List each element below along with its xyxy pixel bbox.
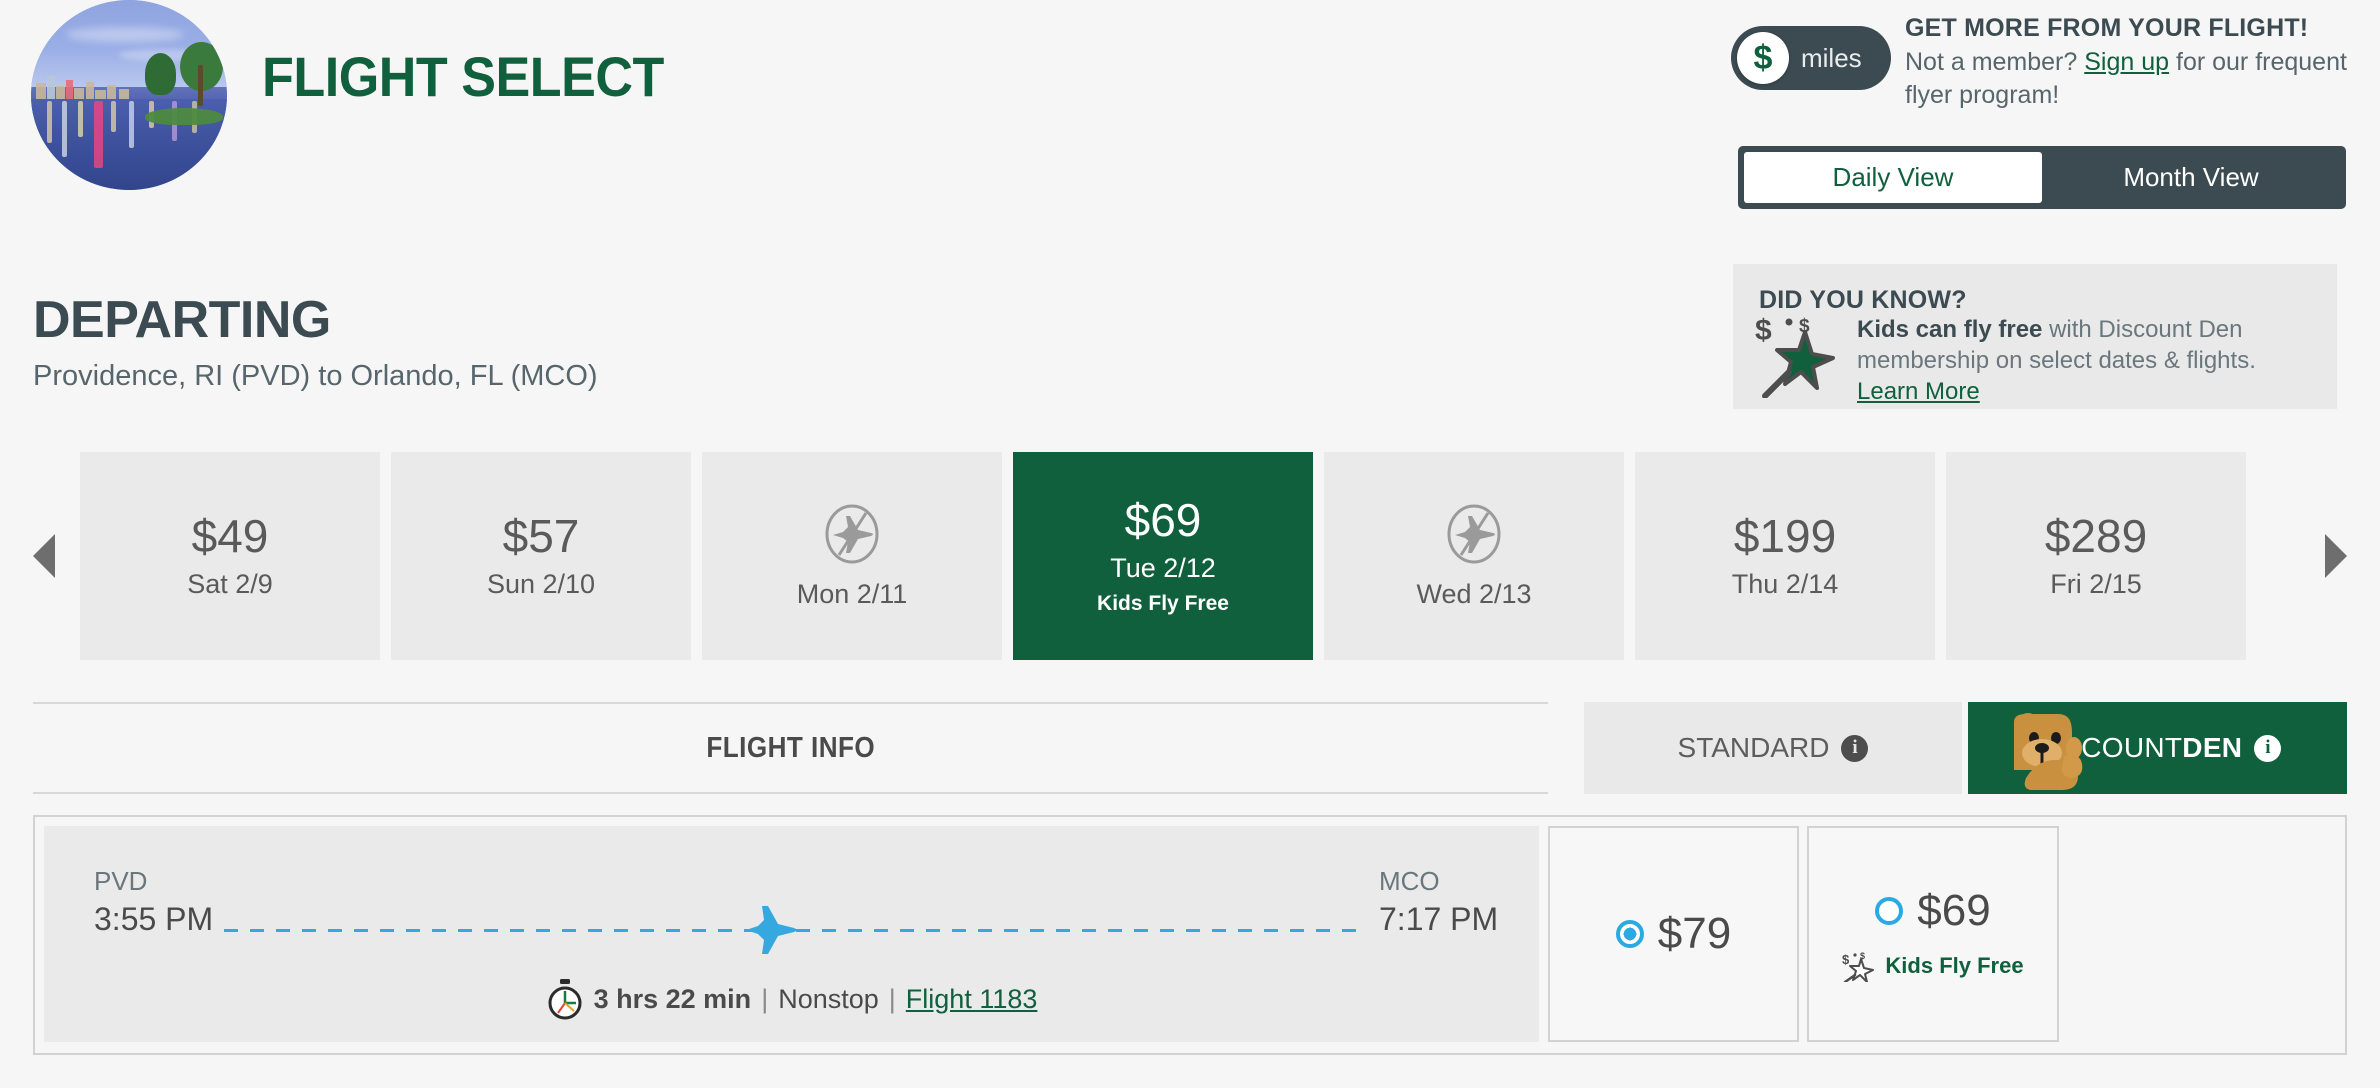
date-tile-date: Sat 2/9 bbox=[187, 568, 273, 599]
date-tile-badge: Kids Fly Free bbox=[1097, 591, 1229, 615]
date-tile-date: Sun 2/10 bbox=[486, 568, 596, 599]
radio-unselected-icon[interactable] bbox=[1875, 897, 1904, 925]
meta-separator-2: | bbox=[888, 983, 896, 1014]
departing-route: Providence, RI (PVD) to Orlando, FL (MCO… bbox=[33, 360, 598, 392]
date-tile-price: $69 bbox=[1124, 494, 1202, 547]
fare-standard-row: $79 bbox=[1615, 909, 1732, 959]
chevron-right-icon[interactable] bbox=[2325, 534, 2347, 578]
den-suffix: DEN bbox=[2182, 732, 2243, 763]
fare-den-price: $69 bbox=[1917, 886, 1991, 935]
tab-flight-info: FLIGHT INFO bbox=[33, 702, 1548, 794]
flight-stops: Nonstop bbox=[778, 983, 879, 1014]
date-tile-mon-2-11[interactable]: Mon 2/11 bbox=[702, 452, 1002, 660]
no-flight-icon bbox=[825, 504, 879, 563]
magic-wand-star-icon: $ $ bbox=[1755, 314, 1835, 398]
date-tile-wed-2-13[interactable]: Wed 2/13 bbox=[1324, 452, 1624, 660]
tab-discount-den[interactable]: DISCOUNTDEN i bbox=[1968, 702, 2347, 794]
date-tile-date: Mon 2/11 bbox=[796, 578, 908, 609]
radio-selected-icon[interactable] bbox=[1615, 920, 1644, 948]
sign-up-link[interactable]: Sign up bbox=[2084, 48, 2169, 76]
date-tile-date: Tue 2/12 bbox=[1110, 552, 1216, 583]
fare-standard-price: $79 bbox=[1657, 909, 1732, 958]
origin-airport-code: PVD bbox=[94, 866, 148, 896]
tab-standard[interactable]: STANDARD i bbox=[1584, 702, 1962, 794]
flight-select-page: FLIGHT SELECT $ miles GET MORE FROM YOUR… bbox=[0, 0, 2380, 1088]
date-tile-sun-2-10[interactable]: $57 Sun 2/10 bbox=[391, 452, 691, 660]
stopwatch-icon bbox=[548, 979, 582, 1020]
fare-den-row: $69 bbox=[1875, 886, 1991, 936]
date-tile-date: Thu 2/14 bbox=[1731, 568, 1839, 599]
bear-mascot-icon bbox=[2014, 713, 2083, 790]
fare-option-discount-den[interactable]: $69 $ $ Kids Fly Free bbox=[1807, 826, 2059, 1042]
month-view-button[interactable]: Month View bbox=[2042, 152, 2340, 203]
kids-fly-free-badge: $ $ Kids Fly Free bbox=[1842, 950, 2024, 982]
tab-row: FLIGHT INFO STANDARD i DISCOUNTDEN i bbox=[33, 702, 2347, 794]
date-tile-date: Wed 2/13 bbox=[1416, 578, 1532, 609]
magic-wand-star-icon: $ $ bbox=[1842, 951, 1875, 982]
miles-badge-label: miles bbox=[1801, 42, 1862, 73]
info-icon[interactable]: i bbox=[1841, 734, 1869, 762]
flight-duration: 3 hrs 22 min bbox=[593, 983, 752, 1014]
flight-number-link[interactable]: Flight 1183 bbox=[906, 984, 1038, 1015]
flight-info-panel: PVD 3:55 PM MCO 7:17 PM 3 hrs 22 min | N… bbox=[44, 826, 1539, 1042]
chevron-left-icon[interactable] bbox=[33, 534, 55, 578]
date-tile-list: $49 Sat 2/9 $57 Sun 2/10 Mon 2/11 $69 Tue 2/12… bbox=[80, 452, 2246, 660]
page-title: FLIGHT SELECT bbox=[262, 45, 664, 108]
info-icon[interactable]: i bbox=[2254, 734, 2282, 762]
destination-time: 7:17 PM bbox=[1379, 901, 1499, 937]
date-strip: $49 Sat 2/9 $57 Sun 2/10 Mon 2/11 $69 Tue 2/12… bbox=[33, 452, 2347, 660]
miles-badge[interactable]: $ miles bbox=[1731, 26, 1891, 90]
airplane-icon bbox=[746, 906, 797, 954]
promo-prefix: Not a member? bbox=[1905, 48, 2085, 76]
tab-standard-label: STANDARD bbox=[1677, 732, 1830, 763]
date-tile-date: Fri 2/15 bbox=[2050, 568, 2142, 599]
learn-more-link[interactable]: Learn More bbox=[1857, 376, 1980, 407]
logo-container bbox=[31, 0, 236, 190]
origin-block: PVD 3:55 PM bbox=[94, 866, 213, 938]
promo-text: Not a member? Sign up for our frequent f… bbox=[1905, 46, 2375, 112]
promo-heading: GET MORE FROM YOUR FLIGHT! bbox=[1905, 14, 2309, 42]
meta-separator-1: | bbox=[761, 983, 769, 1014]
view-toggle-group: Daily View Month View bbox=[1738, 146, 2346, 209]
date-tile-fri-2-15[interactable]: $289 Fri 2/15 bbox=[1946, 452, 2246, 660]
fare-option-standard[interactable]: $79 bbox=[1548, 826, 1799, 1042]
date-tile-price: $57 bbox=[502, 510, 580, 563]
date-tile-price: $199 bbox=[1733, 510, 1837, 563]
dollar-coin-icon: $ bbox=[1737, 32, 1789, 84]
flight-result-row: PVD 3:55 PM MCO 7:17 PM 3 hrs 22 min | N… bbox=[33, 815, 2347, 1055]
kids-fly-free-label: Kids Fly Free bbox=[1885, 953, 2024, 978]
date-tile-tue-2-12[interactable]: $69 Tue 2/12 Kids Fly Free bbox=[1013, 452, 1313, 660]
date-tile-price: $49 bbox=[191, 510, 269, 563]
destination-block: MCO 7:17 PM bbox=[1379, 866, 1498, 938]
date-tile-price: $289 bbox=[2044, 510, 2148, 563]
dyk-bold-text: Kids can fly free bbox=[1857, 316, 2043, 343]
departing-heading: DEPARTING bbox=[33, 291, 331, 349]
daily-view-button[interactable]: Daily View bbox=[1744, 152, 2042, 203]
svg-text:$: $ bbox=[1755, 314, 1772, 347]
did-you-know-body: Kids can fly free with Discount Den memb… bbox=[1857, 314, 2317, 407]
destination-airport-code: MCO bbox=[1379, 866, 1440, 896]
flight-meta: 3 hrs 22 min | Nonstop | Flight 1183 bbox=[44, 978, 1539, 1020]
did-you-know-panel: DID YOU KNOW? $ $ Kids can fly free with… bbox=[1733, 264, 2337, 409]
date-tile-sat-2-9[interactable]: $49 Sat 2/9 bbox=[80, 452, 380, 660]
tab-flight-info-label: FLIGHT INFO bbox=[706, 731, 875, 764]
destination-thumbnail bbox=[31, 0, 227, 190]
date-tile-thu-2-14[interactable]: $199 Thu 2/14 bbox=[1635, 452, 1935, 660]
svg-text:$: $ bbox=[1842, 952, 1850, 967]
no-flight-icon bbox=[1447, 504, 1501, 563]
origin-time: 3:55 PM bbox=[94, 901, 214, 937]
